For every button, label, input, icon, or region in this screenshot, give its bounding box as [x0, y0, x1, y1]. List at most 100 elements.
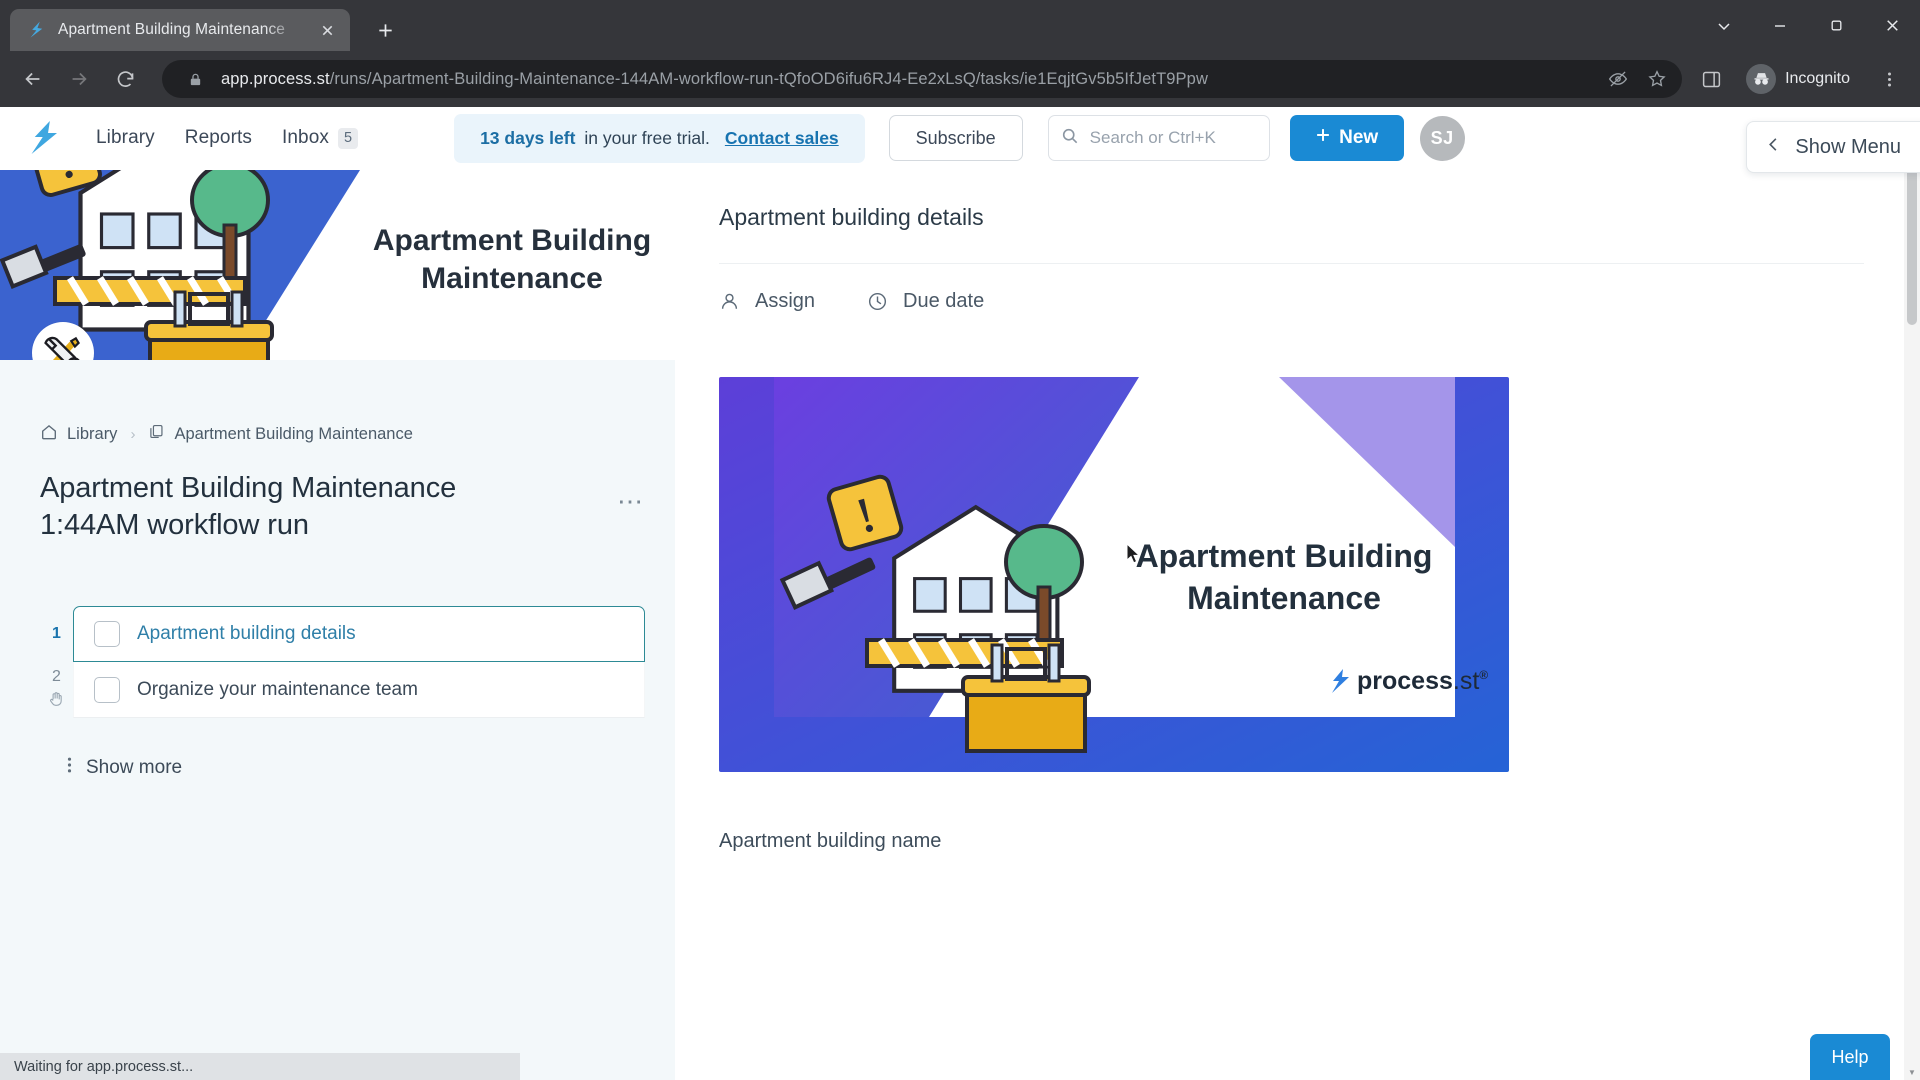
task-detail: Apartment building details Assign Due da… [675, 170, 1920, 853]
show-more-button[interactable]: Show more [40, 755, 645, 780]
detail-title: Apartment building details [719, 204, 984, 230]
svg-text:Apartment Building: Apartment Building [1136, 538, 1433, 574]
search-placeholder: Search or Ctrl+K [1089, 128, 1216, 147]
svg-text:Apartment Building: Apartment Building [373, 224, 651, 257]
task-row: 2 Organize your maintenance team [40, 662, 645, 719]
task-card-wrap: Organize your maintenance team [73, 662, 645, 719]
inbox-count-badge: 5 [338, 127, 359, 149]
forward-button[interactable] [60, 60, 98, 98]
due-date-button[interactable]: Due date [867, 290, 984, 313]
detail-meta-row: Assign Due date [719, 263, 1864, 317]
kebab-menu-icon[interactable] [1872, 62, 1906, 96]
due-date-label: Due date [903, 290, 985, 312]
trial-banner: 13 days left in your free trial. Contact… [454, 113, 865, 163]
maximize-icon[interactable] [1808, 0, 1864, 51]
task-number: 2 [52, 668, 61, 686]
reload-button[interactable] [106, 60, 144, 98]
nav-inbox-label: Inbox [282, 127, 329, 148]
assign-label: Assign [755, 290, 816, 312]
breadcrumb-workflow[interactable]: Apartment Building Maintenance [148, 423, 413, 445]
incognito-label: Incognito [1785, 70, 1850, 87]
breadcrumb-separator: › [130, 425, 136, 443]
avatar[interactable]: SJ [1419, 115, 1465, 161]
page-viewport: Library Reports Inbox 5 13 days left in … [0, 107, 1920, 1080]
lock-icon [182, 66, 208, 92]
url-path: /runs/Apartment-Building-Maintenance-144… [329, 69, 1208, 88]
nav-inbox[interactable]: Inbox 5 [282, 127, 359, 149]
url-domain: app.process.st [221, 69, 330, 88]
task-number: 1 [52, 625, 61, 643]
new-tab-button[interactable] [364, 9, 406, 51]
browser-toolbar: app.process.st/runs/Apartment-Building-M… [0, 51, 1920, 107]
nav-reports[interactable]: Reports [185, 127, 252, 149]
task-item-apartment-building-details[interactable]: Apartment building details [73, 606, 645, 663]
page-scrollbar[interactable]: ▲ ▼ [1904, 107, 1920, 1080]
task-gutter: 2 [40, 662, 73, 718]
incognito-indicator[interactable]: Incognito [1740, 61, 1864, 97]
ellipsis-icon[interactable]: ⋯ [617, 470, 645, 514]
nav-library[interactable]: Library [96, 127, 155, 149]
left-pane: Apartment Building Maintenance Library ›… [0, 170, 675, 1080]
hero-banner: Apartment Building Maintenance [0, 170, 675, 360]
vertical-dots-icon [67, 755, 72, 780]
browser-window: Apartment Building Maintenance app.proce… [0, 0, 1920, 1080]
right-pane: Apartment building details Assign Due da… [675, 170, 1920, 1080]
star-icon[interactable] [1644, 66, 1670, 92]
task-label: Apartment building details [137, 623, 356, 645]
copy-icon [148, 423, 165, 445]
plus-icon [1315, 127, 1331, 149]
process-st-logo-icon[interactable] [26, 118, 72, 158]
scroll-down-arrow[interactable]: ▼ [1904, 1064, 1920, 1080]
browser-tab[interactable]: Apartment Building Maintenance [10, 9, 350, 51]
task-label: Organize your maintenance team [137, 678, 418, 700]
field-label-apartment-building-name: Apartment building name [719, 830, 942, 852]
window-controls [1696, 0, 1920, 51]
page-title: Apartment Building Maintenance 1:44AM wo… [40, 472, 457, 542]
assign-button[interactable]: Assign [719, 290, 815, 313]
window-close-icon[interactable] [1864, 0, 1920, 51]
hero-illustration: Apartment Building Maintenance [0, 170, 675, 360]
minimize-icon[interactable] [1752, 0, 1808, 51]
back-button[interactable] [14, 60, 52, 98]
url-text: app.process.st/runs/Apartment-Building-M… [221, 70, 1592, 89]
tab-title: Apartment Building Maintenance [58, 21, 286, 38]
help-button[interactable]: Help [1810, 1034, 1890, 1080]
address-bar[interactable]: app.process.st/runs/Apartment-Building-M… [162, 60, 1683, 98]
process-st-logo-icon [26, 19, 48, 41]
task-list: 1 Apartment building details 2 Organize … [40, 606, 645, 780]
person-icon [719, 291, 740, 312]
status-bar: Waiting for app.process.st... [0, 1053, 520, 1080]
clock-icon [867, 291, 888, 312]
show-more-label: Show more [86, 756, 183, 778]
show-menu-button[interactable]: Show Menu [1746, 121, 1920, 173]
trial-message: in your free trial. [584, 127, 710, 148]
tab-strip: Apartment Building Maintenance [0, 0, 1920, 51]
breadcrumb-library[interactable]: Library [40, 423, 117, 446]
left-content: Library › Apartment Building Maintenance [0, 360, 675, 780]
close-icon[interactable] [314, 17, 340, 43]
contact-sales-link[interactable]: Contact sales [725, 128, 839, 149]
eye-off-icon[interactable] [1605, 66, 1631, 92]
task-row: 1 Apartment building details [40, 606, 645, 663]
run-title-row: Apartment Building Maintenance 1:44AM wo… [40, 470, 645, 544]
task-gutter: 1 [40, 606, 73, 662]
new-button[interactable]: New [1289, 115, 1404, 161]
task-item-organize-your-maintenance-team[interactable]: Organize your maintenance team [73, 662, 645, 719]
breadcrumb-library-label: Library [67, 424, 118, 443]
search-input[interactable]: Search or Ctrl+K [1047, 115, 1270, 161]
svg-text:Maintenance: Maintenance [1187, 580, 1381, 616]
hand-stop-icon[interactable] [48, 690, 65, 712]
task-hero-card: Apartment Building Maintenance process.s… [719, 377, 1509, 772]
home-icon [40, 423, 58, 446]
task-checkbox[interactable] [94, 676, 120, 703]
chevron-down-icon[interactable] [1696, 0, 1752, 51]
new-button-label: New [1339, 127, 1379, 148]
task-hero-illustration: Apartment Building Maintenance process.s… [719, 377, 1509, 772]
show-menu-label: Show Menu [1795, 135, 1901, 158]
app-header: Library Reports Inbox 5 13 days left in … [0, 107, 1920, 170]
task-checkbox[interactable] [94, 621, 120, 648]
side-panel-icon[interactable] [1694, 62, 1728, 96]
subscribe-button[interactable]: Subscribe [888, 115, 1023, 161]
chevron-left-icon [1765, 136, 1782, 158]
app-nav: Library Reports Inbox 5 [96, 127, 359, 149]
